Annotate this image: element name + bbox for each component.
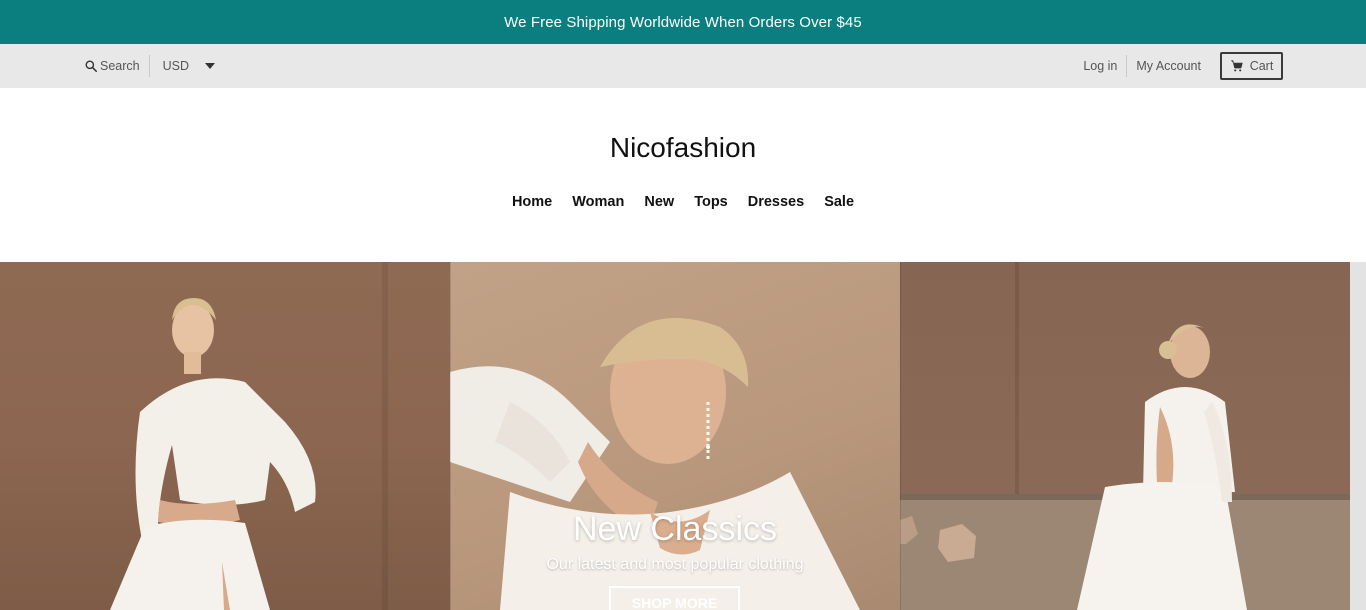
nav-item-home[interactable]: Home bbox=[502, 194, 562, 210]
search-link[interactable]: Search bbox=[84, 59, 140, 73]
nav-item-tops[interactable]: Tops bbox=[684, 194, 738, 210]
hero-banner: New Classics Our latest and most popular… bbox=[0, 262, 1366, 610]
model-figure-right bbox=[900, 262, 1350, 610]
currency-selector[interactable]: USD bbox=[162, 59, 216, 73]
nav-item-woman[interactable]: Woman bbox=[562, 194, 634, 210]
utility-divider bbox=[1126, 55, 1128, 77]
hero-scroll-edge bbox=[1350, 262, 1366, 610]
caret-down-icon bbox=[205, 63, 216, 69]
cart-icon bbox=[1230, 60, 1243, 72]
announcement-bar: We Free Shipping Worldwide When Orders O… bbox=[0, 0, 1366, 44]
search-label: Search bbox=[100, 59, 140, 73]
utility-left: Search USD bbox=[84, 44, 216, 88]
site-header: Nicofashion Home Woman New Tops Dresses … bbox=[0, 88, 1366, 262]
cart-button[interactable]: Cart bbox=[1220, 52, 1283, 80]
utility-bar: Search USD Log in My Account Cart bbox=[0, 44, 1366, 88]
utility-divider bbox=[148, 55, 150, 77]
hero-image-right bbox=[900, 262, 1350, 610]
my-account-link[interactable]: My Account bbox=[1136, 59, 1201, 73]
login-link[interactable]: Log in bbox=[1083, 59, 1117, 73]
search-icon bbox=[85, 60, 98, 73]
site-logo[interactable]: Nicofashion bbox=[0, 132, 1366, 164]
utility-right: Log in My Account Cart bbox=[1083, 44, 1283, 88]
shop-more-button[interactable]: SHOP MORE bbox=[609, 586, 740, 610]
announcement-text: We Free Shipping Worldwide When Orders O… bbox=[504, 13, 862, 31]
main-nav: Home Woman New Tops Dresses Sale bbox=[0, 194, 1366, 210]
model-figure-left bbox=[110, 262, 388, 610]
hero-image-left bbox=[0, 262, 450, 610]
hero-subtitle: Our latest and most popular clothing bbox=[546, 556, 804, 573]
nav-item-new[interactable]: New bbox=[634, 194, 684, 210]
hero-title: New Classics bbox=[572, 510, 778, 548]
nav-item-dresses[interactable]: Dresses bbox=[738, 194, 814, 210]
nav-item-sale[interactable]: Sale bbox=[814, 194, 864, 210]
hero-seam bbox=[900, 262, 901, 610]
currency-value: USD bbox=[162, 59, 190, 73]
cart-label: Cart bbox=[1249, 59, 1274, 73]
